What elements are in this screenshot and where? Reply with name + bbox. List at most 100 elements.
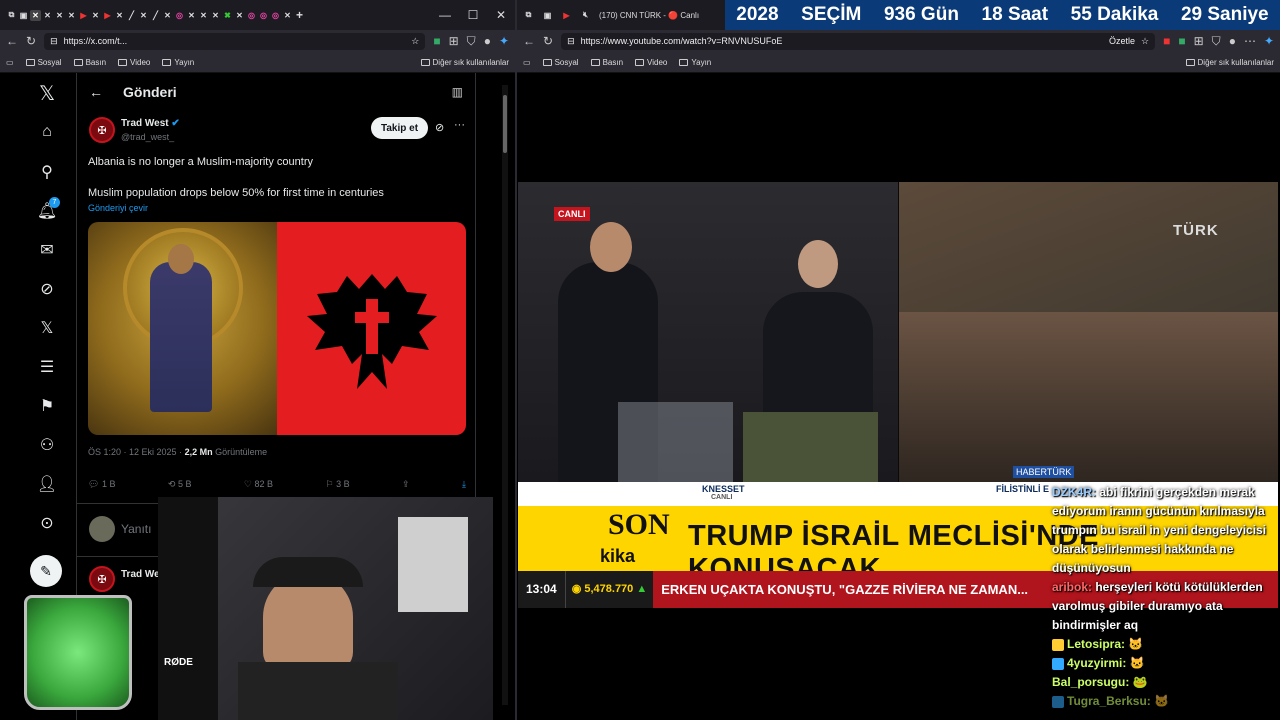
compose-post-icon[interactable]: ✎ <box>30 555 62 587</box>
tweet-media[interactable] <box>88 222 466 435</box>
tab-favicon[interactable]: ▶ <box>78 10 89 21</box>
tab-favicon[interactable]: ✕ <box>186 10 197 21</box>
tab-favicon[interactable]: ✕ <box>138 10 149 21</box>
star-icon[interactable]: ☆ <box>411 36 419 47</box>
back-icon[interactable]: ← <box>523 35 535 47</box>
download-button[interactable]: ⤓ <box>462 479 466 490</box>
copilot-icon[interactable]: ✦ <box>1264 35 1274 47</box>
new-tab-icon[interactable]: + <box>294 8 305 22</box>
messages-icon[interactable]: ✉ <box>30 240 64 260</box>
tab-favicon-active[interactable]: ✕ <box>30 9 41 21</box>
reply-button[interactable]: 💬︎ 1 B <box>88 479 115 490</box>
next-author-name[interactable]: Trad We <box>121 569 160 580</box>
youtube-favicon[interactable]: ▶ <box>561 10 572 21</box>
profile-icon[interactable]: 👤︎ <box>30 474 64 494</box>
tab-favicon[interactable]: ╱ <box>150 10 161 21</box>
tab-favicon[interactable]: ✕ <box>210 10 221 21</box>
maximize-icon[interactable]: ☐ <box>459 8 487 22</box>
bookmark-video[interactable]: Video <box>635 58 667 67</box>
mute-icon[interactable]: 🔇︎ <box>580 10 591 21</box>
x-logo-icon[interactable]: 𝕏 <box>30 81 64 106</box>
shield-icon[interactable]: ⛉ <box>1212 35 1221 47</box>
extension-icon[interactable]: ■ <box>1163 35 1170 47</box>
reply-input[interactable]: Yanıtı <box>121 522 151 536</box>
bookmark-yayin[interactable]: Yayın <box>679 58 711 67</box>
scrollbar-thumb[interactable] <box>503 95 507 153</box>
tab-favicon[interactable]: ✕ <box>42 10 53 21</box>
tab-favicon[interactable]: ◎ <box>174 10 185 21</box>
albanian-eagle-flag-image[interactable] <box>277 222 466 435</box>
back-icon[interactable]: ← <box>6 35 18 47</box>
bookmark-video[interactable]: Video <box>118 58 150 67</box>
translate-post-link[interactable]: Gönderiyi çevir <box>88 203 148 213</box>
tab-favicon[interactable]: ✕ <box>282 10 293 21</box>
tab-favicon[interactable]: ✕ <box>114 10 125 21</box>
premium-icon[interactable]: 𝕏 <box>30 318 64 338</box>
bookmark-button[interactable]: ⚐ 3 B <box>325 479 349 490</box>
bookmark-basin[interactable]: Basın <box>73 58 106 67</box>
extension-icon[interactable]: ■ <box>1178 35 1185 47</box>
tab-actions-icon[interactable]: ▣ <box>18 10 29 21</box>
summarize-button[interactable]: Özetle <box>1109 36 1135 46</box>
close-window-icon[interactable]: ✕ <box>487 8 515 22</box>
author-handle[interactable]: @trad_west_ <box>121 132 174 142</box>
star-icon[interactable]: ☆ <box>1141 36 1149 47</box>
more-icon[interactable]: ⊙ <box>30 513 64 533</box>
next-author-avatar[interactable]: ✠ <box>89 566 115 592</box>
reload-icon[interactable]: ↻ <box>543 35 553 47</box>
tab-favicon[interactable]: ✕ <box>54 10 65 21</box>
tab-favicon[interactable]: ✖ <box>222 10 233 21</box>
site-info-icon[interactable]: ⊟ <box>567 36 575 47</box>
tab-favicon[interactable]: ✕ <box>198 10 209 21</box>
workspace-icon[interactable]: ⧉ <box>523 10 534 21</box>
bookmark-menu-icon[interactable]: ▭ <box>6 58 14 67</box>
tab-favicon[interactable]: ✕ <box>234 10 245 21</box>
back-arrow-icon[interactable]: ← <box>89 84 103 100</box>
tab-favicon[interactable]: ▶ <box>102 10 113 21</box>
bookmark-other[interactable]: Diğer sık kullanılanlar <box>420 58 509 67</box>
bookmark-sosyal[interactable]: Sosyal <box>542 58 579 67</box>
profile-avatar-icon[interactable]: ● <box>1229 35 1236 47</box>
tab-favicon[interactable]: ✕ <box>66 10 77 21</box>
bookmark-other[interactable]: Diğer sık kullanılanlar <box>1185 58 1274 67</box>
reload-icon[interactable]: ↻ <box>26 35 36 47</box>
grok-icon[interactable]: ⊘ <box>30 279 64 299</box>
follow-button[interactable]: Takip et <box>371 117 429 139</box>
copilot-icon[interactable]: ✦ <box>499 35 509 47</box>
lists-icon[interactable]: ☰ <box>30 357 64 377</box>
reader-icon[interactable]: ▥ <box>452 86 463 98</box>
tab-favicon[interactable]: ✕ <box>162 10 173 21</box>
bookmark-menu-icon[interactable]: ▭ <box>523 58 531 67</box>
christ-mosaic-image[interactable] <box>88 222 277 435</box>
author-avatar[interactable]: ✠ <box>89 117 115 143</box>
extension-icon[interactable]: ⊞ <box>449 35 459 47</box>
profile-avatar-icon[interactable]: ● <box>484 35 491 47</box>
left-address-bar[interactable]: ⊟ https://x.com/t... ☆ <box>44 32 426 50</box>
tab-favicon[interactable]: ◎ <box>246 10 257 21</box>
extension-icon[interactable]: ■ <box>433 35 440 47</box>
grok-explain-icon[interactable]: ⊘ <box>435 121 444 134</box>
bookmarks-icon[interactable]: ⚑ <box>30 396 64 416</box>
right-address-bar[interactable]: ⊟ https://www.youtube.com/watch?v=RNVNUS… <box>561 32 1156 50</box>
active-tab-title[interactable]: (170) CNN TÜRK - 🔴 Canlı <box>599 11 699 20</box>
bookmark-yayin[interactable]: Yayın <box>162 58 194 67</box>
bookmark-sosyal[interactable]: Sosyal <box>25 58 62 67</box>
minimize-icon[interactable]: — <box>431 8 459 22</box>
workspace-icon[interactable]: ⧉ <box>6 10 17 21</box>
page-scrollbar[interactable] <box>502 85 508 705</box>
tab-favicon[interactable]: ╱ <box>126 10 137 21</box>
search-icon[interactable]: ⚲ <box>30 162 64 182</box>
site-info-icon[interactable]: ⊟ <box>50 36 58 47</box>
home-icon[interactable]: ⌂ <box>30 123 64 141</box>
extension-icon[interactable]: ⊞ <box>1194 35 1204 47</box>
tab-actions-icon[interactable]: ▣ <box>542 10 553 21</box>
shield-icon[interactable]: ⛉ <box>467 35 476 47</box>
tab-favicon[interactable]: ◎ <box>270 10 281 21</box>
share-button[interactable]: ⇪ <box>402 479 410 490</box>
tab-favicon[interactable]: ◎ <box>258 10 269 21</box>
repost-button[interactable]: ⟲ 5 B <box>168 479 192 490</box>
author-name[interactable]: Trad West ✔ <box>121 118 180 129</box>
tab-favicon[interactable]: ✕ <box>90 10 101 21</box>
like-button[interactable]: ♡ 82 B <box>244 479 273 490</box>
settings-more-icon[interactable]: ⋯ <box>1244 35 1256 47</box>
